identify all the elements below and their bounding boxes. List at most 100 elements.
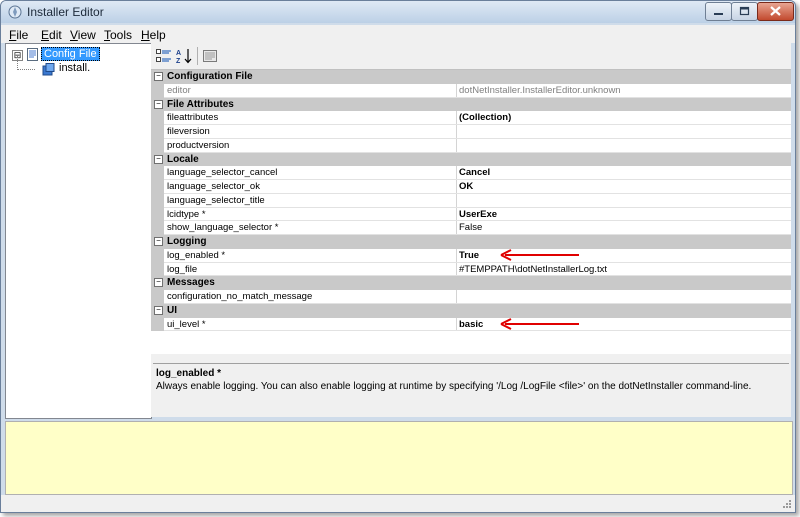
row-margin — [151, 125, 164, 139]
property-value[interactable]: False — [459, 222, 789, 233]
description-pane: log_enabled * Always enable logging. You… — [153, 363, 789, 414]
property-row[interactable]: language_selector_ok OK — [151, 180, 791, 194]
minimize-button[interactable] — [705, 2, 732, 21]
row-margin — [151, 207, 164, 222]
property-name: log_file — [167, 263, 198, 275]
row-margin — [151, 221, 164, 235]
category-collapse-toggle[interactable]: − — [154, 154, 163, 164]
property-name: language_selector_ok — [167, 181, 260, 192]
category-name: Configuration File — [167, 71, 253, 82]
tree-node-install[interactable]: install. — [57, 62, 92, 74]
property-grid[interactable]: − Configuration File editor dotNetInstaller… — [151, 69, 791, 354]
menu-help-label: elp — [149, 28, 166, 42]
category-name: Messages — [167, 277, 215, 289]
menu-edit-label: dit — [49, 28, 62, 42]
categorized-icon[interactable] — [155, 47, 173, 65]
property-grid-toolbar: A Z — [151, 43, 791, 69]
category-name: Logging — [167, 236, 207, 247]
property-row[interactable]: log_enabled * True — [151, 248, 791, 263]
column-divider[interactable] — [456, 193, 457, 208]
property-row[interactable]: configuration_no_match_message — [151, 290, 791, 304]
property-row[interactable]: language_selector_title — [151, 193, 791, 208]
property-row[interactable]: language_selector_cancel Cancel — [151, 166, 791, 180]
row-margin — [151, 317, 164, 332]
column-divider[interactable] — [456, 207, 457, 222]
row-margin — [151, 166, 164, 180]
menu-tools[interactable]: Tools — [104, 28, 132, 42]
annotation-arrow-icon — [500, 248, 579, 261]
property-row[interactable]: log_file #TEMPPATH\dotNetInstallerLog.txt — [151, 262, 791, 277]
title-bar[interactable]: Installer Editor — [1, 1, 795, 23]
alphabetical-icon[interactable]: A Z — [175, 47, 193, 65]
installer-icon — [42, 63, 55, 76]
menu-view[interactable]: View — [70, 28, 96, 42]
column-divider[interactable] — [456, 125, 457, 139]
property-row[interactable]: lcidtype * UserExe — [151, 207, 791, 222]
category-row[interactable]: − UI — [151, 303, 791, 318]
column-divider[interactable] — [456, 138, 457, 153]
property-name: log_enabled * — [167, 249, 226, 261]
status-bar — [1, 495, 795, 512]
property-name: show_language_selector * — [167, 222, 279, 234]
svg-text:Z: Z — [176, 58, 181, 65]
property-row[interactable]: fileattributes (Collection) — [151, 111, 791, 125]
category-row[interactable]: − Messages — [151, 276, 791, 290]
property-row[interactable]: show_language_selector * False — [151, 221, 791, 235]
category-collapse-toggle[interactable]: − — [154, 99, 163, 109]
menu-file[interactable]: File — [9, 28, 28, 42]
menu-file-label: ile — [16, 28, 29, 42]
maximize-icon — [739, 6, 750, 16]
column-divider[interactable] — [456, 248, 457, 263]
menu-tools-label: ools — [110, 28, 133, 42]
category-name: Locale — [167, 153, 199, 165]
tree-connector-horizontal — [17, 69, 35, 70]
column-divider[interactable] — [456, 317, 457, 332]
config-file-icon — [27, 48, 38, 61]
row-margin — [151, 83, 164, 98]
menu-edit[interactable]: Edit — [41, 28, 62, 42]
maximize-button[interactable] — [731, 2, 758, 21]
menu-view-accesskey: V — [70, 28, 78, 42]
column-divider[interactable] — [456, 221, 457, 235]
category-row[interactable]: − Locale — [151, 152, 791, 167]
category-row[interactable]: − File Attributes — [151, 97, 791, 112]
resize-grip-icon[interactable] — [781, 498, 792, 509]
annotation-arrow-icon — [500, 317, 579, 330]
property-row[interactable]: ui_level * basic — [151, 317, 791, 332]
category-row[interactable]: − Logging — [151, 235, 791, 249]
property-value[interactable]: #TEMPPATH\dotNetInstallerLog.txt — [459, 264, 789, 275]
property-row[interactable]: editor dotNetInstaller.InstallerEditor.un… — [151, 83, 791, 98]
config-tree[interactable]: ⊟ Config File install. — [5, 43, 152, 419]
property-pages-icon[interactable] — [201, 47, 219, 65]
category-collapse-toggle[interactable]: − — [154, 72, 163, 81]
column-divider[interactable] — [456, 83, 457, 98]
property-row[interactable]: fileversion — [151, 125, 791, 139]
row-margin — [151, 262, 164, 277]
menu-edit-accesskey: E — [41, 28, 50, 42]
category-collapse-toggle[interactable]: − — [154, 305, 163, 315]
category-row[interactable]: − Configuration File — [151, 70, 791, 84]
minimize-icon — [714, 13, 723, 15]
menu-view-label: iew — [77, 28, 96, 42]
close-button[interactable] — [757, 2, 794, 21]
output-pane[interactable] — [5, 421, 793, 495]
property-value[interactable]: Cancel — [459, 167, 789, 178]
tree-node-config-file[interactable]: Config File — [41, 47, 100, 61]
category-collapse-toggle[interactable]: − — [154, 237, 163, 246]
property-value[interactable]: UserExe — [459, 209, 789, 220]
window-title: Installer Editor — [27, 5, 104, 19]
description-text: Always enable logging. You can also enab… — [156, 381, 752, 392]
tree-connector-vertical — [17, 56, 18, 70]
column-divider[interactable] — [456, 166, 457, 180]
property-value[interactable]: OK — [459, 181, 789, 192]
column-divider[interactable] — [456, 262, 457, 277]
property-value[interactable]: dotNetInstaller.InstallerEditor.unknown — [459, 85, 789, 96]
menu-help[interactable]: Help — [141, 28, 166, 42]
column-divider[interactable] — [456, 180, 457, 194]
property-row[interactable]: productversion — [151, 138, 791, 153]
row-margin — [151, 111, 164, 125]
column-divider[interactable] — [456, 290, 457, 304]
category-collapse-toggle[interactable]: − — [154, 278, 163, 288]
column-divider[interactable] — [456, 111, 457, 125]
property-value[interactable]: (Collection) — [459, 112, 789, 123]
